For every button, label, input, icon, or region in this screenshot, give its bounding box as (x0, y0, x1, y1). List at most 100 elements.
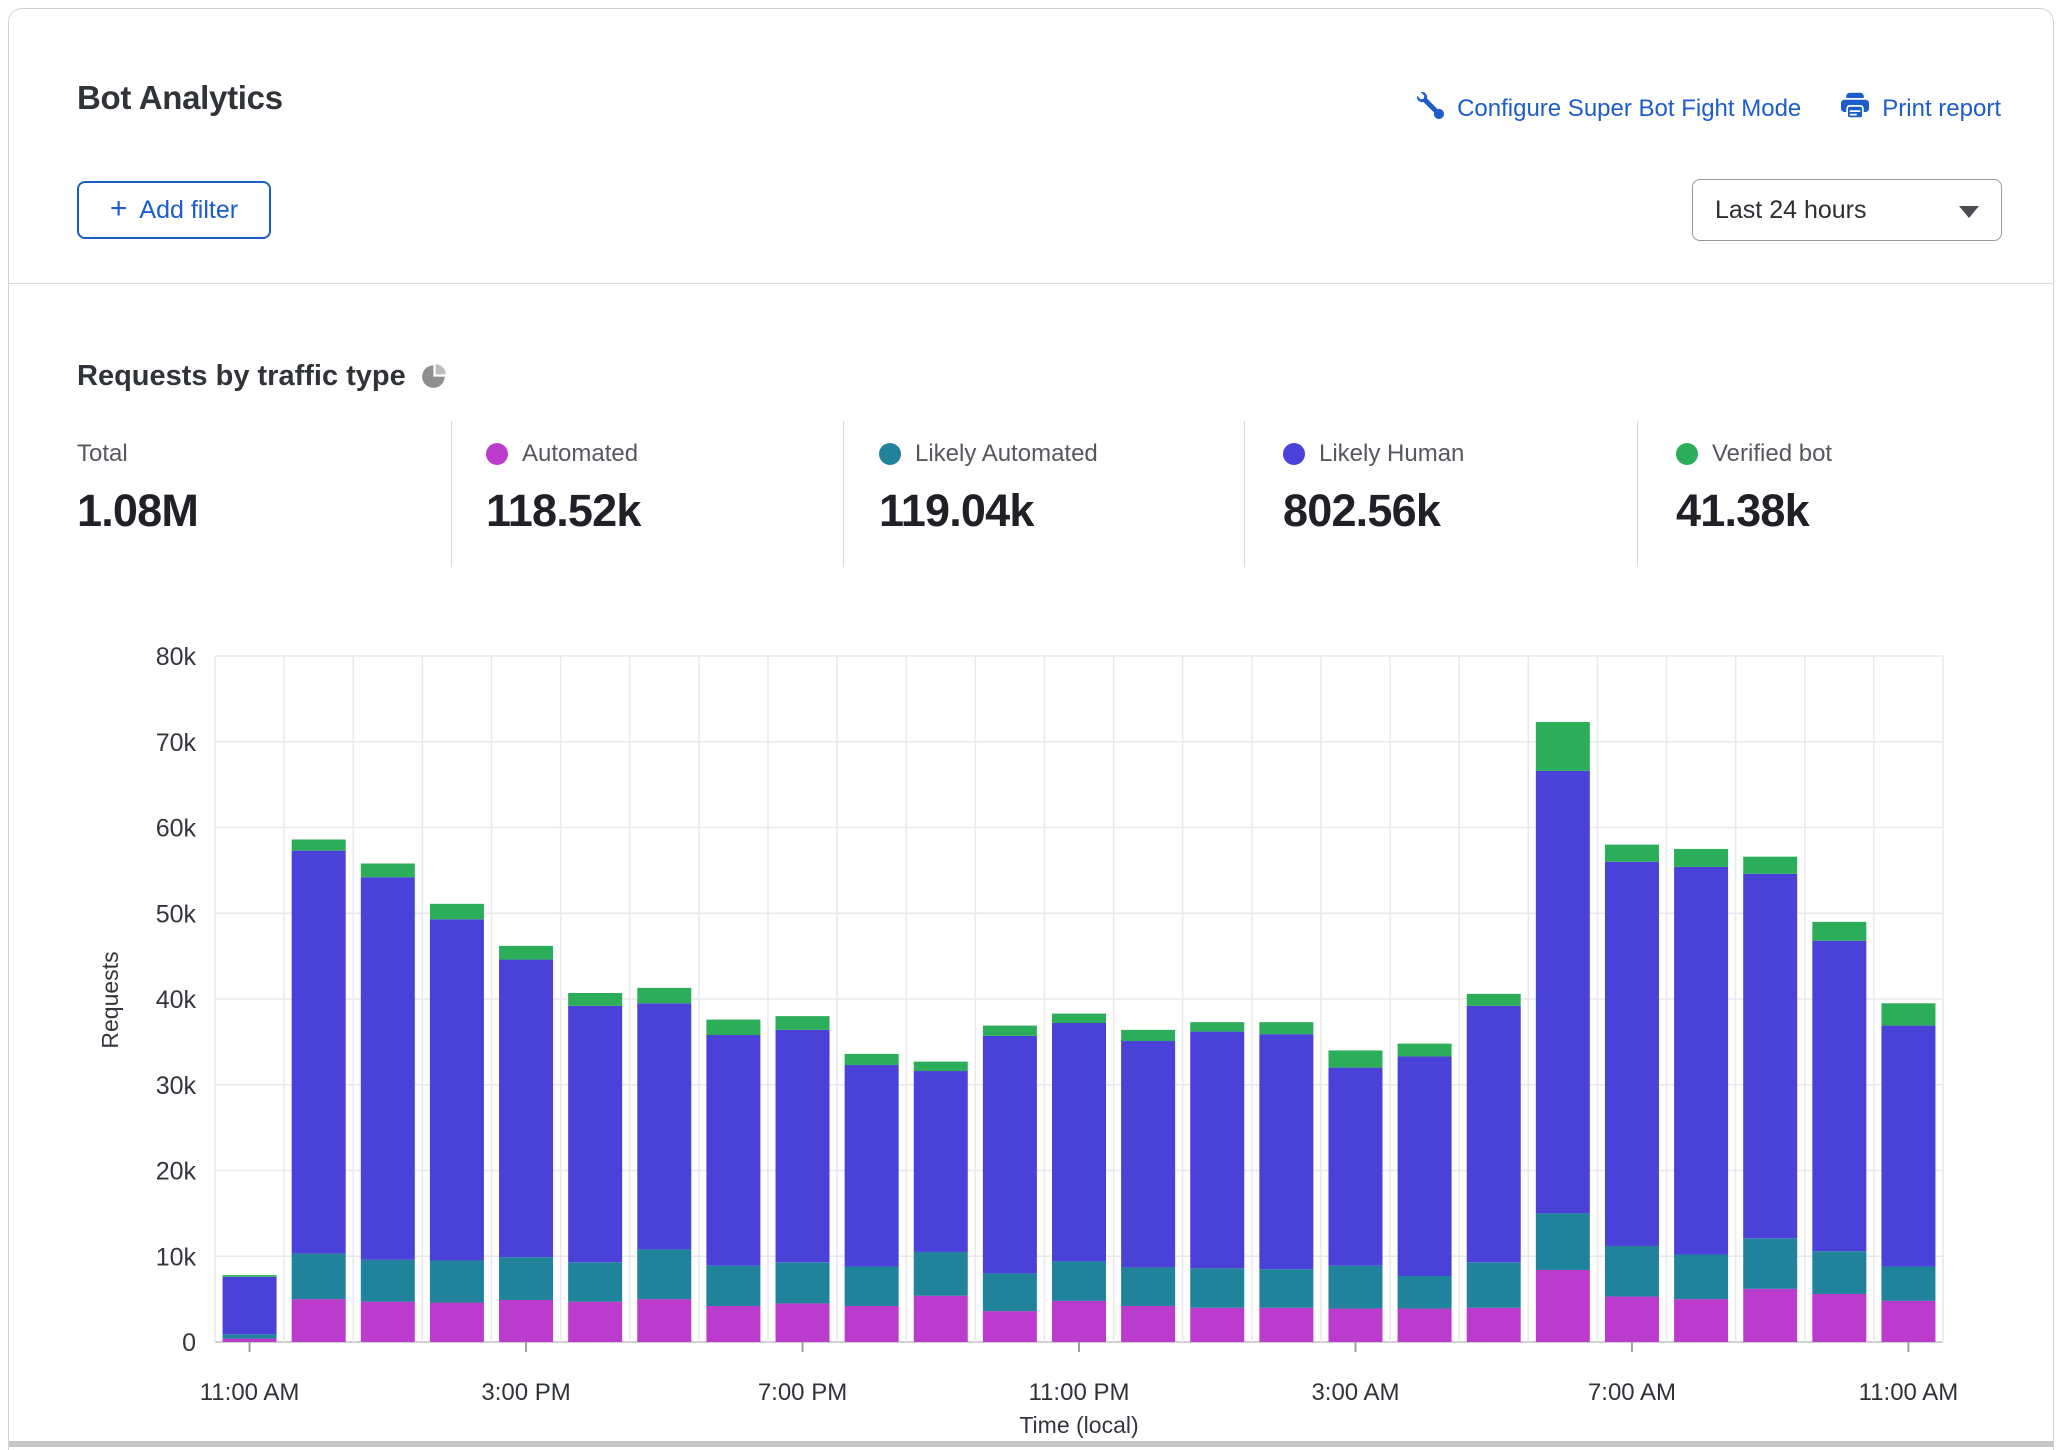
bar-segment-verified-bot[interactable] (499, 946, 553, 960)
bar-segment-likely-automated[interactable] (499, 1257, 553, 1300)
bar-segment-verified-bot[interactable] (1467, 994, 1521, 1006)
bar-segment-verified-bot[interactable] (1052, 1014, 1106, 1023)
bar-segment-verified-bot[interactable] (223, 1275, 277, 1277)
bar-segment-automated[interactable] (1052, 1301, 1106, 1342)
bar-segment-automated[interactable] (1259, 1308, 1313, 1342)
bar-segment-verified-bot[interactable] (1398, 1044, 1452, 1057)
bar-segment-verified-bot[interactable] (430, 904, 484, 919)
bar-segment-likely-human[interactable] (1812, 941, 1866, 1251)
bar-segment-automated[interactable] (499, 1300, 553, 1342)
bar-segment-likely-human[interactable] (637, 1003, 691, 1249)
bar-segment-verified-bot[interactable] (776, 1016, 830, 1030)
bar-segment-verified-bot[interactable] (1743, 857, 1797, 874)
bar-segment-automated[interactable] (1881, 1301, 1935, 1342)
time-range-select[interactable]: Last 24 hours (1692, 179, 2002, 241)
bar-segment-likely-automated[interactable] (1674, 1255, 1728, 1300)
bar-segment-likely-automated[interactable] (1190, 1268, 1244, 1307)
bar-segment-likely-automated[interactable] (223, 1334, 277, 1338)
bar-segment-likely-automated[interactable] (706, 1266, 760, 1306)
bar-segment-automated[interactable] (1536, 1270, 1590, 1342)
bar-segment-likely-automated[interactable] (1812, 1251, 1866, 1294)
bar-segment-likely-human[interactable] (499, 960, 553, 1258)
bar-segment-verified-bot[interactable] (1536, 722, 1590, 771)
bar-segment-likely-automated[interactable] (983, 1273, 1037, 1311)
bar-segment-automated[interactable] (430, 1303, 484, 1342)
bar-segment-automated[interactable] (1328, 1309, 1382, 1342)
bar-segment-automated[interactable] (292, 1299, 346, 1342)
print-report-link[interactable]: Print report (1841, 91, 2001, 126)
bar-segment-verified-bot[interactable] (1328, 1050, 1382, 1067)
bar-segment-verified-bot[interactable] (361, 864, 415, 878)
bar-segment-automated[interactable] (845, 1306, 899, 1342)
bar-segment-likely-automated[interactable] (1328, 1266, 1382, 1309)
bar-segment-likely-automated[interactable] (1743, 1238, 1797, 1289)
bar-segment-likely-automated[interactable] (430, 1261, 484, 1303)
bar-segment-likely-human[interactable] (1328, 1068, 1382, 1266)
bar-segment-automated[interactable] (637, 1299, 691, 1342)
bar-segment-verified-bot[interactable] (1881, 1003, 1935, 1025)
bar-segment-automated[interactable] (1398, 1309, 1452, 1342)
bar-segment-likely-human[interactable] (1605, 862, 1659, 1246)
bar-segment-automated[interactable] (1467, 1308, 1521, 1342)
configure-super-bot-fight-mode-link[interactable]: Configure Super Bot Fight Mode (1417, 92, 1801, 126)
bar-segment-likely-automated[interactable] (1052, 1261, 1106, 1300)
bar-segment-automated[interactable] (983, 1311, 1037, 1342)
bar-segment-automated[interactable] (1743, 1289, 1797, 1342)
bar-segment-verified-bot[interactable] (706, 1020, 760, 1035)
bar-segment-likely-automated[interactable] (637, 1249, 691, 1299)
bar-segment-verified-bot[interactable] (1812, 922, 1866, 941)
bar-segment-likely-automated[interactable] (361, 1260, 415, 1302)
bar-segment-likely-automated[interactable] (568, 1262, 622, 1301)
bar-segment-likely-automated[interactable] (1398, 1276, 1452, 1309)
bar-segment-likely-human[interactable] (914, 1071, 968, 1252)
bar-segment-likely-human[interactable] (1121, 1041, 1175, 1267)
bar-segment-verified-bot[interactable] (1259, 1022, 1313, 1034)
bar-segment-likely-human[interactable] (1881, 1026, 1935, 1267)
bar-segment-verified-bot[interactable] (914, 1062, 968, 1071)
bar-segment-likely-human[interactable] (568, 1006, 622, 1262)
bar-segment-automated[interactable] (706, 1306, 760, 1342)
bar-segment-likely-human[interactable] (1536, 771, 1590, 1213)
bar-segment-likely-automated[interactable] (1536, 1213, 1590, 1270)
bar-segment-likely-automated[interactable] (1881, 1267, 1935, 1301)
bar-segment-automated[interactable] (1190, 1308, 1244, 1342)
bar-segment-automated[interactable] (1674, 1299, 1728, 1342)
bar-segment-likely-human[interactable] (1467, 1006, 1521, 1262)
bar-segment-verified-bot[interactable] (1121, 1030, 1175, 1041)
bar-segment-likely-human[interactable] (1259, 1034, 1313, 1269)
bar-segment-automated[interactable] (1121, 1306, 1175, 1342)
bar-segment-automated[interactable] (914, 1296, 968, 1342)
bar-segment-verified-bot[interactable] (845, 1054, 899, 1065)
bar-segment-automated[interactable] (1812, 1294, 1866, 1342)
bar-segment-likely-human[interactable] (361, 877, 415, 1259)
bar-segment-likely-automated[interactable] (1605, 1246, 1659, 1297)
bar-segment-automated[interactable] (1605, 1297, 1659, 1342)
bar-segment-likely-human[interactable] (1190, 1032, 1244, 1269)
bar-segment-automated[interactable] (223, 1339, 277, 1342)
bar-segment-likely-human[interactable] (983, 1036, 1037, 1274)
bar-segment-likely-automated[interactable] (1259, 1269, 1313, 1308)
bar-segment-verified-bot[interactable] (1674, 849, 1728, 867)
bar-segment-likely-automated[interactable] (1121, 1267, 1175, 1306)
bar-segment-likely-human[interactable] (430, 919, 484, 1260)
bar-segment-likely-human[interactable] (1052, 1023, 1106, 1261)
bar-segment-automated[interactable] (568, 1302, 622, 1342)
add-filter-button[interactable]: + Add filter (77, 181, 271, 239)
bar-segment-likely-human[interactable] (776, 1030, 830, 1262)
bar-segment-likely-human[interactable] (1743, 874, 1797, 1238)
bar-segment-verified-bot[interactable] (568, 993, 622, 1006)
bar-segment-verified-bot[interactable] (292, 840, 346, 851)
bar-segment-likely-human[interactable] (223, 1277, 277, 1334)
bar-segment-likely-automated[interactable] (914, 1252, 968, 1296)
bar-segment-likely-human[interactable] (1398, 1056, 1452, 1276)
bar-segment-automated[interactable] (361, 1302, 415, 1342)
bar-segment-likely-automated[interactable] (845, 1267, 899, 1306)
bar-segment-likely-automated[interactable] (292, 1254, 346, 1299)
bar-segment-verified-bot[interactable] (637, 988, 691, 1003)
bar-segment-likely-human[interactable] (845, 1065, 899, 1267)
bar-segment-likely-human[interactable] (292, 851, 346, 1254)
bar-segment-likely-automated[interactable] (776, 1262, 830, 1303)
bar-segment-automated[interactable] (776, 1303, 830, 1342)
bar-segment-verified-bot[interactable] (1605, 845, 1659, 862)
bar-segment-likely-human[interactable] (1674, 867, 1728, 1255)
